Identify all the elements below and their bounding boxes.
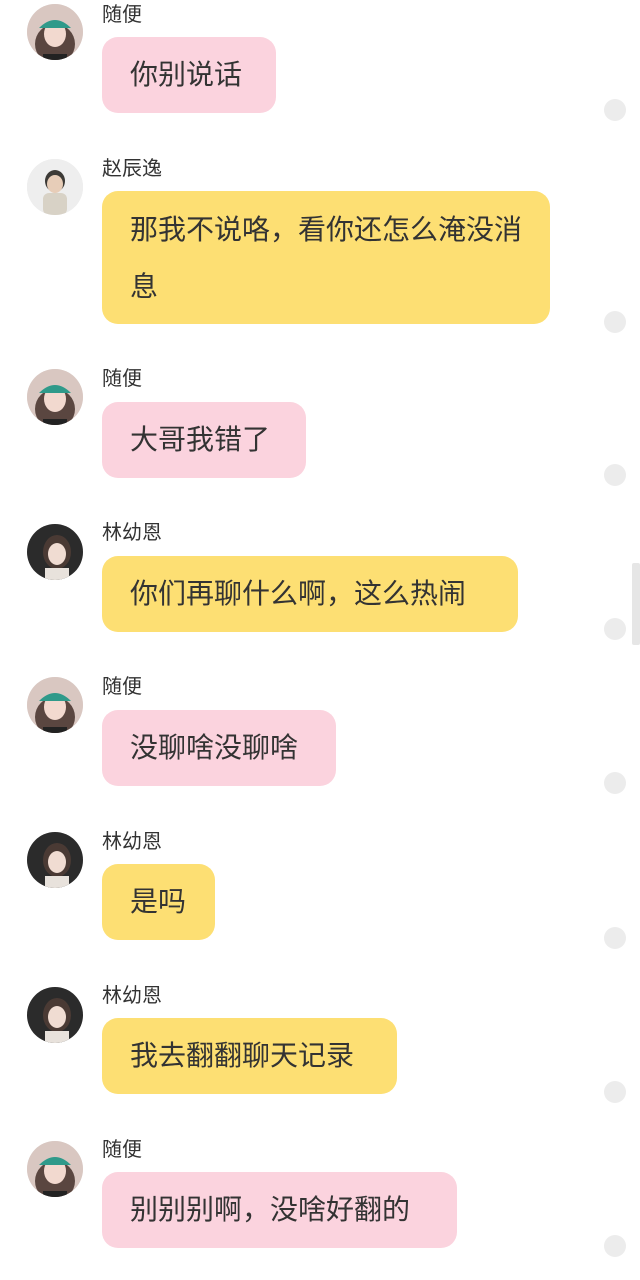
message-bubble[interactable]: 你们再聊什么啊，这么热闹 [102, 556, 518, 632]
girl-cap-avatar[interactable] [27, 677, 83, 733]
sender-name: 林幼恩 [102, 983, 162, 1007]
read-status-dot [604, 1081, 626, 1103]
boy-avatar[interactable] [27, 159, 83, 215]
girl-cap-avatar[interactable] [27, 369, 83, 425]
message-bubble[interactable]: 大哥我错了 [102, 402, 306, 478]
sender-name: 随便 [102, 1137, 142, 1161]
sender-name: 林幼恩 [102, 829, 162, 853]
read-status-dot [604, 311, 626, 333]
girl-dark-avatar[interactable] [27, 524, 83, 580]
message-bubble[interactable]: 你别说话 [102, 37, 276, 113]
read-status-dot [604, 618, 626, 640]
sender-name: 随便 [102, 2, 142, 26]
sender-name: 随便 [102, 366, 142, 390]
read-status-dot [604, 772, 626, 794]
sender-name: 林幼恩 [102, 520, 162, 544]
read-status-dot [604, 99, 626, 121]
message-bubble[interactable]: 我去翻翻聊天记录 [102, 1018, 397, 1094]
girl-dark-avatar[interactable] [27, 987, 83, 1043]
read-status-dot [604, 1235, 626, 1257]
scrollbar[interactable] [632, 563, 640, 645]
girl-dark-avatar[interactable] [27, 832, 83, 888]
message-bubble[interactable]: 那我不说咯，看你还怎么淹没消息 [102, 191, 550, 324]
message-row: 随便 你别说话 [0, 0, 640, 130]
read-status-dot [604, 927, 626, 949]
sender-name: 随便 [102, 674, 142, 698]
read-status-dot [604, 464, 626, 486]
message-bubble[interactable]: 没聊啥没聊啥 [102, 710, 336, 786]
girl-cap-avatar[interactable] [27, 1141, 83, 1197]
sender-name: 赵辰逸 [102, 156, 162, 180]
message-bubble[interactable]: 是吗 [102, 864, 215, 940]
girl-cap-avatar[interactable] [27, 4, 83, 60]
message-bubble[interactable]: 别别别啊，没啥好翻的 [102, 1172, 457, 1248]
